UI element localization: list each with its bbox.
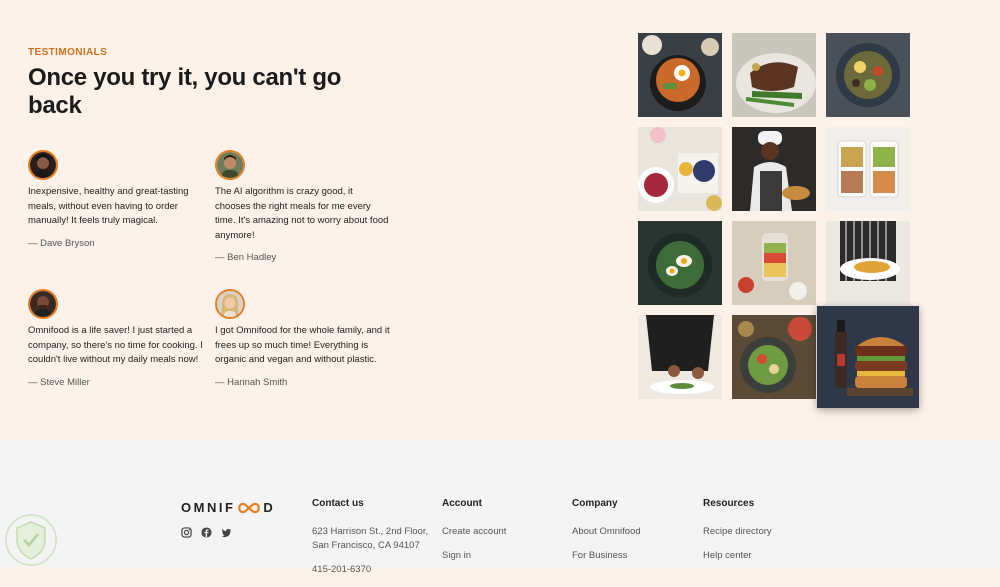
footer-resources: Resources Recipe directory Help center (703, 498, 772, 573)
avatar (28, 289, 58, 319)
avatar (28, 150, 58, 180)
address-line-1: 623 Harrison St., 2nd Floor, (312, 526, 429, 537)
footer-column-title: Account (442, 498, 482, 509)
footer-column-title: Contact us (312, 498, 364, 509)
testimonial-text: Omnifood is a life saver! I just started… (28, 325, 203, 365)
footer-column-title: Resources (703, 498, 755, 509)
social-links (181, 527, 232, 538)
gallery-image-korean-bowl (638, 33, 722, 117)
testimonial-text: The AI algorithm is crazy good, it choos… (215, 186, 389, 241)
infinity-logo-icon (238, 502, 261, 513)
testimonial-author: — Hannah Smith (215, 376, 288, 388)
section-heading: Once you try it, you can't go back (28, 64, 342, 120)
logo-text-end: D (263, 500, 276, 515)
site-footer: OMNIF D Contact us 623 Harrison St., 2nd… (0, 441, 1000, 575)
testimonial-author: — Steve Miller (28, 376, 90, 388)
testimonial-author: — Dave Bryson (28, 237, 95, 249)
gallery-image-meal-prep (826, 127, 910, 211)
gallery-image-jar-salad (732, 221, 816, 305)
facebook-icon[interactable] (201, 527, 212, 538)
gallery-image-chef (732, 127, 816, 211)
omnifood-logo[interactable]: OMNIF D (181, 500, 275, 515)
testimonial-ben: The AI algorithm is crazy good, it choos… (215, 150, 390, 263)
testimonial-steve: Omnifood is a life saver! I just started… (28, 289, 203, 388)
gallery-image-egg-salad (638, 221, 722, 305)
testimonial-author: — Ben Hadley (215, 252, 277, 263)
gallery-image-salad-plate (826, 33, 910, 117)
testimonials-section: TESTIMONIALS Once you try it, you can't … (0, 0, 1000, 441)
gallery-image-cook-plating (638, 315, 722, 399)
avatar (215, 150, 245, 180)
address-line-2: San Francisco, CA 94107 (312, 540, 420, 551)
testimonial-text: I got Omnifood for the whole family, and… (215, 325, 390, 365)
testimonial-dave: Inexpensive, healthy and great-tasting m… (28, 150, 203, 249)
footer-contact: Contact us 623 Harrison St., 2nd Floor, … (312, 498, 428, 587)
twitter-icon[interactable] (221, 527, 232, 538)
gallery-image-grain-bowls (732, 315, 816, 399)
testimonial-text: Inexpensive, healthy and great-tasting m… (28, 186, 189, 226)
help-center-link[interactable]: Help center (703, 549, 772, 563)
instagram-icon[interactable] (181, 527, 192, 538)
phone-link[interactable]: 415-201-6370 (312, 563, 428, 577)
avatar (215, 289, 245, 319)
gallery-image-steak (732, 33, 816, 117)
about-link[interactable]: About Omnifood (572, 525, 641, 539)
gallery-image-breakfast-spread (638, 127, 722, 211)
logo-text-start: OMNIF (181, 500, 236, 515)
shield-watermark-icon (5, 514, 57, 566)
footer-account: Account Create account Sign in (442, 498, 506, 573)
gallery-image-waiter-plate (826, 221, 910, 305)
section-subheading: TESTIMONIALS (28, 47, 108, 58)
footer-column-title: Company (572, 498, 618, 509)
create-account-link[interactable]: Create account (442, 525, 506, 539)
recipe-directory-link[interactable]: Recipe directory (703, 525, 772, 539)
testimonial-hannah: I got Omnifood for the whole family, and… (215, 289, 390, 388)
for-business-link[interactable]: For Business (572, 549, 641, 563)
footer-company: Company About Omnifood For Business (572, 498, 641, 573)
sign-in-link[interactable]: Sign in (442, 549, 506, 563)
gallery-image-burger[interactable] (817, 306, 919, 408)
